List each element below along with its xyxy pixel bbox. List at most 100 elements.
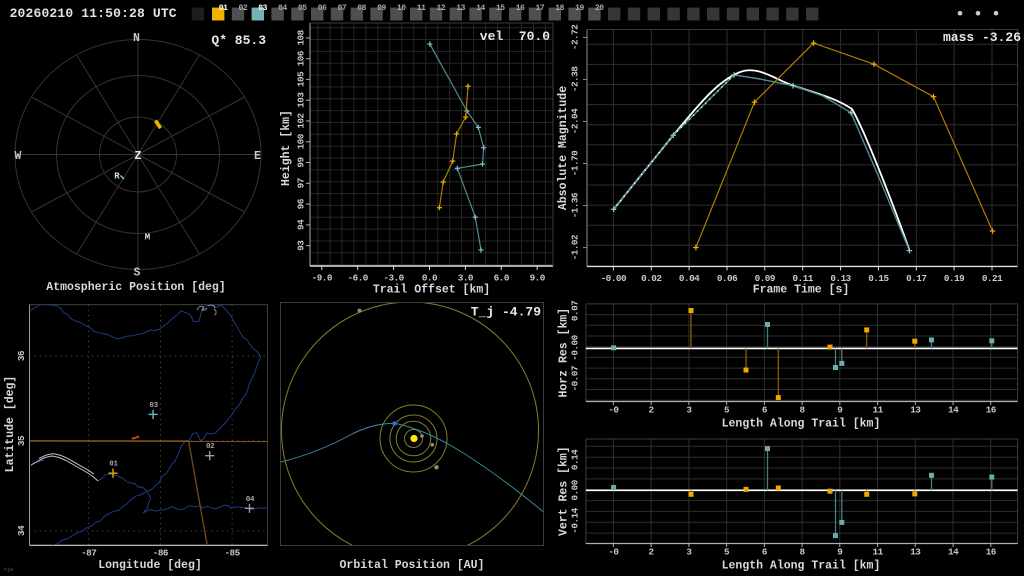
svg-text:0.19: 0.19	[944, 273, 965, 284]
svg-text:-1.70: -1.70	[570, 150, 581, 176]
svg-text:05: 05	[298, 4, 307, 13]
svg-text:-2.72: -2.72	[570, 24, 581, 50]
svg-text:S: S	[134, 267, 141, 280]
svg-text:17: 17	[535, 4, 544, 13]
svg-text:13: 13	[456, 4, 465, 13]
svg-text:0.07: 0.07	[570, 301, 581, 321]
svg-text:-3.0: -3.0	[383, 273, 404, 284]
svg-text:M: M	[145, 233, 150, 243]
svg-text:94: 94	[296, 219, 307, 230]
svg-text:Horz Res [km]: Horz Res [km]	[558, 308, 571, 398]
svg-text:19: 19	[575, 4, 584, 13]
svg-text:T_j -4.79: T_j -4.79	[471, 305, 541, 320]
svg-text:11: 11	[417, 4, 426, 13]
svg-text:0.04: 0.04	[679, 273, 700, 284]
svg-text:0.09: 0.09	[755, 273, 776, 284]
svg-text:07: 07	[337, 4, 346, 13]
svg-text:9: 9	[837, 405, 843, 416]
svg-text:9: 9	[837, 547, 843, 558]
svg-text:0.06: 0.06	[717, 273, 738, 284]
svg-text:01: 01	[219, 4, 228, 13]
svg-text:Orbital Position [AU]: Orbital Position [AU]	[340, 559, 485, 572]
svg-text:0.00: 0.00	[570, 479, 581, 500]
svg-text:2: 2	[649, 405, 655, 416]
svg-text:02: 02	[238, 4, 247, 13]
svg-text:-9.0: -9.0	[312, 273, 333, 284]
svg-text:5: 5	[724, 405, 730, 416]
svg-text:16: 16	[516, 4, 525, 13]
svg-text:Q* 85.3: Q* 85.3	[211, 33, 266, 48]
svg-text:09: 09	[377, 4, 386, 13]
svg-text:04: 04	[246, 496, 255, 504]
svg-text:34: 34	[16, 525, 27, 536]
svg-text:-0.00: -0.00	[570, 334, 581, 360]
svg-text:-0.07: -0.07	[570, 366, 581, 391]
svg-text:99: 99	[296, 157, 307, 168]
svg-text:103: 103	[296, 92, 307, 108]
svg-text:93: 93	[296, 240, 307, 251]
svg-text:8: 8	[800, 547, 806, 558]
svg-text:0.21: 0.21	[982, 273, 1003, 284]
svg-text:6.0: 6.0	[494, 273, 510, 284]
svg-text:100: 100	[296, 133, 307, 149]
svg-text:-86: -86	[153, 548, 169, 559]
svg-text:R: R	[114, 172, 120, 182]
svg-text:Length Along Trail [km]: Length Along Trail [km]	[722, 418, 881, 431]
svg-text:16: 16	[986, 405, 997, 416]
svg-text:03: 03	[258, 4, 267, 13]
svg-text:0.0: 0.0	[422, 273, 438, 284]
svg-text:-0: -0	[608, 547, 619, 558]
svg-text:06: 06	[318, 4, 327, 13]
svg-text:0.14: 0.14	[570, 449, 581, 470]
svg-text:20260210 11:50:28 UTC: 20260210 11:50:28 UTC	[10, 6, 177, 21]
svg-text:-0: -0	[608, 405, 619, 416]
svg-text:14: 14	[476, 4, 485, 13]
svg-text:36: 36	[16, 350, 27, 361]
svg-text:35: 35	[16, 435, 27, 446]
svg-text:8: 8	[800, 405, 806, 416]
svg-text:20: 20	[595, 4, 604, 13]
svg-text:Height [km]: Height [km]	[280, 110, 293, 186]
svg-text:-1.02: -1.02	[570, 234, 581, 260]
svg-text:Frame Time [s]: Frame Time [s]	[753, 284, 850, 297]
svg-text:-85: -85	[224, 548, 240, 559]
svg-text:02: 02	[206, 443, 215, 451]
svg-text:-1.36: -1.36	[570, 192, 581, 218]
svg-text:13: 13	[910, 405, 921, 416]
svg-text:106: 106	[296, 50, 307, 66]
svg-text:108: 108	[296, 29, 307, 45]
svg-text:E: E	[254, 150, 261, 163]
svg-text:Absolute Magnitude: Absolute Magnitude	[557, 86, 570, 210]
svg-text:18: 18	[555, 4, 564, 13]
svg-text:N: N	[133, 32, 140, 45]
svg-text:10: 10	[397, 4, 406, 13]
svg-text:rjw: rjw	[4, 567, 13, 573]
svg-text:11: 11	[873, 547, 884, 558]
svg-text:9.0: 9.0	[530, 273, 546, 284]
svg-text:Vert Res [km]: Vert Res [km]	[558, 446, 571, 536]
svg-text:W: W	[15, 150, 22, 163]
svg-text:03: 03	[149, 402, 158, 410]
svg-text:16: 16	[986, 547, 997, 558]
svg-text:105: 105	[296, 71, 307, 87]
svg-text:-87: -87	[81, 548, 96, 559]
svg-text:3.0: 3.0	[458, 273, 474, 284]
svg-text:vel 70.0: vel 70.0	[480, 29, 550, 44]
svg-text:11: 11	[873, 405, 884, 416]
svg-text:0.02: 0.02	[641, 273, 662, 284]
svg-text:Atmospheric Position [deg]: Atmospheric Position [deg]	[46, 281, 225, 294]
svg-text:Longitude [deg]: Longitude [deg]	[98, 559, 202, 572]
svg-text:102: 102	[296, 112, 307, 128]
svg-text:04: 04	[278, 4, 287, 13]
svg-text:-2.04: -2.04	[570, 108, 581, 134]
svg-text:14: 14	[948, 405, 959, 416]
svg-text:13: 13	[910, 547, 921, 558]
svg-text:mass -3.26: mass -3.26	[943, 30, 1021, 45]
svg-text:Length Along Trail [km]: Length Along Trail [km]	[722, 560, 881, 573]
svg-text:Z: Z	[134, 149, 141, 163]
svg-text:12: 12	[436, 4, 445, 13]
svg-text:Latitude [deg]: Latitude [deg]	[4, 376, 17, 473]
svg-text:0.11: 0.11	[793, 273, 814, 284]
svg-text:2: 2	[649, 547, 655, 558]
svg-text:96: 96	[296, 198, 307, 209]
